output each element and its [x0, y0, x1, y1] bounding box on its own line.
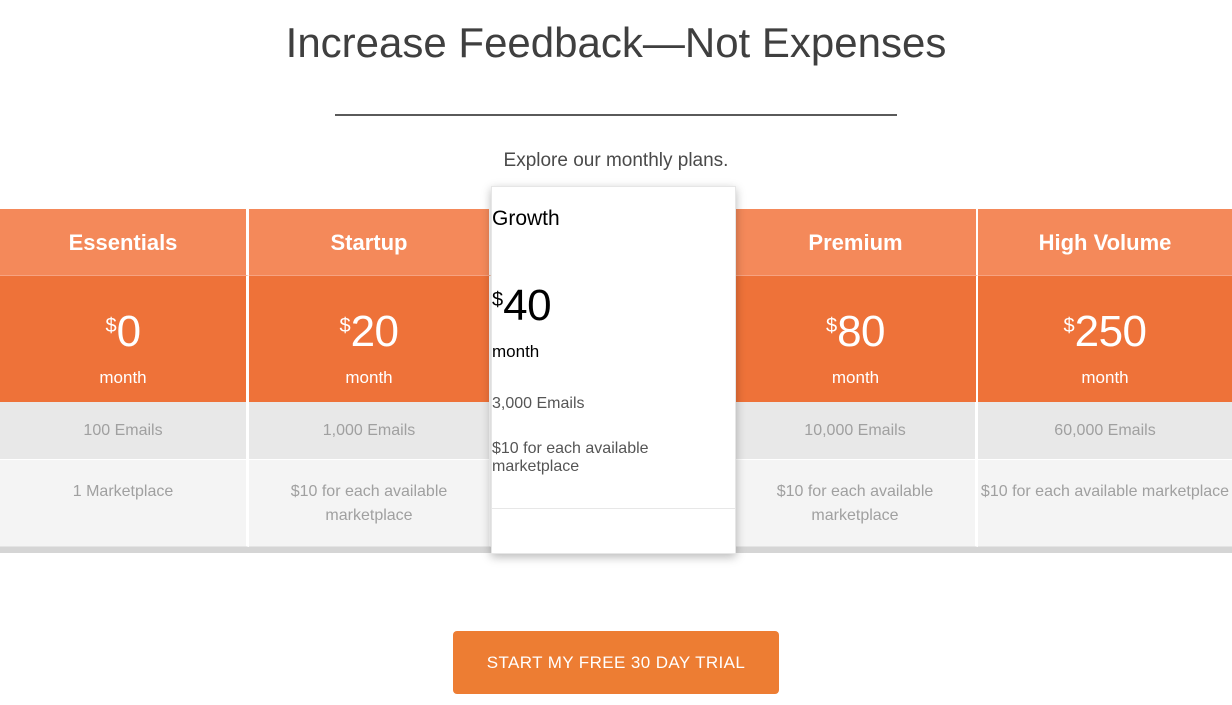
- plan-card-footer: [735, 547, 978, 553]
- plan-feature-emails: 10,000 Emails: [735, 402, 978, 460]
- plan-card-startup[interactable]: Startup $20 month 1,000 Emails $10 for e…: [249, 209, 492, 553]
- plan-feature-emails: 100 Emails: [0, 402, 249, 460]
- plan-feature-marketplace: $10 for each available marketplace: [492, 429, 735, 509]
- plan-name: Startup: [249, 209, 492, 276]
- price-amount: 40: [503, 281, 552, 330]
- price-currency: $: [1063, 315, 1075, 337]
- plan-feature-marketplace: $10 for each available marketplace: [735, 460, 978, 547]
- plan-card-high-volume[interactable]: High Volume $250 month 60,000 Emails $10…: [978, 209, 1232, 553]
- price-currency: $: [825, 315, 838, 337]
- plan-card-footer: [249, 547, 492, 553]
- plan-feature-emails: 3,000 Emails: [492, 379, 735, 429]
- price-currency: $: [339, 315, 351, 337]
- plan-name: High Volume: [978, 209, 1232, 276]
- plan-name: Growth: [492, 207, 560, 230]
- price-currency: $: [492, 289, 504, 311]
- price-period: month: [345, 368, 393, 387]
- price-amount: 250: [1074, 307, 1147, 356]
- plan-feature-marketplace: $10 for each available marketplace: [249, 460, 492, 547]
- price-amount: 80: [837, 307, 886, 356]
- price-period: month: [99, 368, 147, 387]
- plan-price: $250 month: [978, 276, 1232, 402]
- plan-card-blank-row: [492, 509, 735, 553]
- price-amount: 0: [116, 307, 141, 356]
- plan-price: $80 month: [735, 276, 978, 402]
- plan-price: $40 month: [492, 250, 735, 379]
- plan-feature-marketplace: 1 Marketplace: [0, 460, 249, 547]
- pricing-subtitle: Explore our monthly plans.: [503, 150, 729, 171]
- plan-card-growth-featured[interactable]: Growth $40 month 3,000 Emails $10 for ea…: [491, 186, 736, 554]
- start-free-trial-button[interactable]: START MY FREE 30 DAY TRIAL: [452, 631, 780, 694]
- cta-area: START MY FREE 30 DAY TRIAL: [0, 631, 1232, 694]
- pricing-table: Essentials $0 month 100 Emails 1 Marketp…: [0, 186, 1232, 554]
- plan-card-premium[interactable]: Premium $80 month 10,000 Emails $10 for …: [735, 209, 978, 553]
- plan-price: $0 month: [0, 276, 249, 402]
- plan-feature-marketplace: $10 for each available marketplace: [978, 460, 1232, 547]
- plan-card-footer: [0, 547, 249, 553]
- price-period: month: [1081, 368, 1129, 387]
- page-title: Increase Feedback—Not Expenses: [285, 19, 947, 66]
- plan-card-essentials[interactable]: Essentials $0 month 100 Emails 1 Marketp…: [0, 209, 249, 553]
- price-period: month: [492, 342, 540, 361]
- plan-feature-emails: 1,000 Emails: [249, 402, 492, 460]
- price-period: month: [831, 368, 880, 387]
- plan-name: Essentials: [0, 209, 249, 276]
- plan-name: Premium: [735, 209, 978, 276]
- plan-price: $20 month: [249, 276, 492, 402]
- plan-feature-emails: 60,000 Emails: [978, 402, 1232, 460]
- price-currency: $: [105, 315, 117, 337]
- plan-card-footer: [978, 547, 1232, 553]
- price-amount: 20: [350, 307, 399, 356]
